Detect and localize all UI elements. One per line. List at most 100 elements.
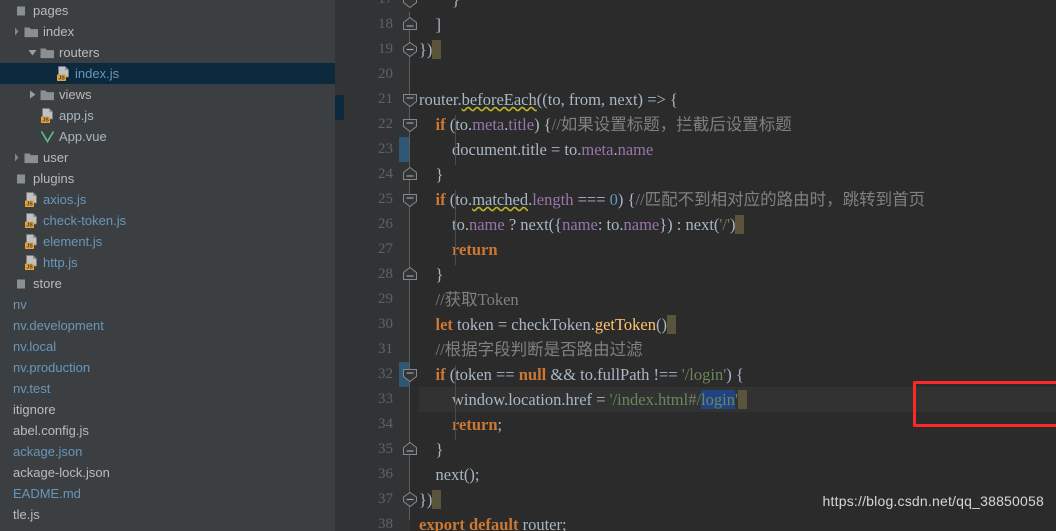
tree-item-label: plugins bbox=[33, 171, 75, 186]
tree-item-label: nv.local bbox=[13, 339, 57, 354]
code-line-24[interactable]: } bbox=[419, 162, 444, 187]
fold-toggle-icon[interactable] bbox=[401, 12, 419, 37]
js-file-icon: JS bbox=[23, 231, 40, 252]
tree-item-user[interactable]: user bbox=[0, 147, 335, 168]
indent-guide bbox=[455, 365, 456, 440]
tree-item-label: index bbox=[43, 24, 75, 39]
line-number: 32 bbox=[378, 366, 393, 382]
fold-toggle-icon[interactable] bbox=[401, 487, 419, 512]
tree-arrow-spacer bbox=[26, 105, 39, 126]
tree-item-app-js[interactable]: JS app.js bbox=[0, 105, 335, 126]
fold-toggle-icon[interactable] bbox=[401, 362, 419, 387]
code-line-33[interactable]: window.location.href = '/index.html#/log… bbox=[419, 387, 747, 412]
code-line-19[interactable]: }) bbox=[419, 37, 442, 62]
tree-item-http-js[interactable]: JS http.js bbox=[0, 252, 335, 273]
line-number: 26 bbox=[378, 216, 393, 232]
code-line-30[interactable]: let token = checkToken.getToken() bbox=[419, 312, 677, 337]
change-marker-strip bbox=[335, 0, 344, 531]
tree-item-axios-js[interactable]: JS axios.js bbox=[0, 189, 335, 210]
indent-guide bbox=[455, 190, 456, 265]
tree-arrow-spacer bbox=[10, 231, 23, 252]
chevron-right-icon[interactable] bbox=[10, 21, 23, 42]
code-line-21[interactable]: router.beforeEach((to, from, next) => { bbox=[419, 87, 678, 112]
tree-item-label: ackage.json bbox=[13, 444, 83, 459]
code-line-26[interactable]: to.name ? next({name: to.name}) : next('… bbox=[419, 212, 745, 237]
tree-arrow-spacer bbox=[0, 315, 13, 336]
tree-item-plugins[interactable]: plugins bbox=[0, 168, 335, 189]
tree-item-nv-production[interactable]: nv.production bbox=[0, 357, 335, 378]
tree-arrow-spacer bbox=[0, 357, 13, 378]
tree-item-tle-js[interactable]: tle.js bbox=[0, 504, 335, 525]
tree-item-ackage-json[interactable]: ackage.json bbox=[0, 441, 335, 462]
tree-arrow-spacer bbox=[10, 189, 23, 210]
line-number: 31 bbox=[378, 341, 393, 357]
line-number: 20 bbox=[378, 66, 393, 82]
code-line-38[interactable]: export default router; bbox=[419, 512, 567, 531]
fold-toggle-icon[interactable] bbox=[401, 437, 419, 462]
code-line-32[interactable]: if (token == null && to.fullPath !== '/l… bbox=[419, 362, 744, 387]
code-line-36[interactable]: next(); bbox=[419, 462, 480, 487]
tree-item-label: index.js bbox=[75, 66, 120, 81]
tree-item-label: abel.config.js bbox=[13, 423, 89, 438]
tree-item-element-js[interactable]: JS element.js bbox=[0, 231, 335, 252]
tree-item-label: nv.production bbox=[13, 360, 91, 375]
code-line-29[interactable]: //获取Token bbox=[419, 287, 519, 312]
tree-item-eadme-md[interactable]: EADME.md bbox=[0, 483, 335, 504]
code-line-25[interactable]: if (to.matched.length === 0) {//匹配不到相对应的… bbox=[419, 187, 926, 212]
tree-item-nv-local[interactable]: nv.local bbox=[0, 336, 335, 357]
project-tree-panel[interactable]: pages index routers JS index.js views JS app.js… bbox=[0, 0, 335, 531]
tree-item-label: axios.js bbox=[43, 192, 87, 207]
tree-item-app-vue[interactable]: App.vue bbox=[0, 126, 335, 147]
tree-item-itignore[interactable]: itignore bbox=[0, 399, 335, 420]
fold-toggle-icon[interactable] bbox=[401, 0, 419, 12]
watermark-url: https://blog.csdn.net/qq_38850058 bbox=[822, 493, 1044, 509]
chevron-right-icon[interactable] bbox=[26, 84, 39, 105]
code-line-22[interactable]: if (to.meta.title) {//如果设置标题，拦截后设置标题 bbox=[419, 112, 792, 137]
tree-item-routers[interactable]: routers bbox=[0, 42, 335, 63]
fold-toggle-icon[interactable] bbox=[401, 162, 419, 187]
line-number: 30 bbox=[378, 316, 393, 332]
fold-toggle-icon[interactable] bbox=[401, 37, 419, 62]
tree-arrow-spacer bbox=[0, 273, 13, 294]
tree-item-abel-config-js[interactable]: abel.config.js bbox=[0, 420, 335, 441]
tree-item-label: App.vue bbox=[59, 129, 107, 144]
fold-toggle-icon[interactable] bbox=[401, 187, 419, 212]
chevron-right-icon[interactable] bbox=[10, 147, 23, 168]
fold-toggle-icon[interactable] bbox=[401, 262, 419, 287]
code-line-37[interactable]: }) bbox=[419, 487, 442, 512]
tree-item-nv-development[interactable]: nv.development bbox=[0, 315, 335, 336]
js-file-icon: JS bbox=[55, 63, 72, 84]
code-line-31[interactable]: //根据字段判断是否路由过滤 bbox=[419, 337, 643, 362]
tree-item-check-token-js[interactable]: JS check-token.js bbox=[0, 210, 335, 231]
change-marker bbox=[335, 95, 344, 120]
code-line-17[interactable]: } bbox=[419, 0, 460, 12]
code-line-27[interactable]: return bbox=[419, 237, 498, 262]
code-line-35[interactable]: } bbox=[419, 437, 444, 462]
tree-item-pages[interactable]: pages bbox=[0, 0, 335, 21]
line-number: 36 bbox=[378, 466, 393, 482]
folder-clipped-icon bbox=[13, 273, 30, 294]
tree-arrow-spacer bbox=[0, 441, 13, 462]
tree-item-ackage-lock-json[interactable]: ackage-lock.json bbox=[0, 462, 335, 483]
tree-item-nv-test[interactable]: nv.test bbox=[0, 378, 335, 399]
code-line-34[interactable]: return; bbox=[419, 412, 502, 437]
tree-item-views[interactable]: views bbox=[0, 84, 335, 105]
fold-toggle-icon[interactable] bbox=[401, 112, 419, 137]
svg-text:JS: JS bbox=[26, 264, 33, 270]
fold-toggle-icon[interactable] bbox=[401, 87, 419, 112]
tree-item-label: app.js bbox=[59, 108, 94, 123]
tree-item-index-js[interactable]: JS index.js bbox=[0, 63, 335, 84]
project-tree[interactable]: pages index routers JS index.js views JS app.js… bbox=[0, 0, 335, 525]
tree-item-store[interactable]: store bbox=[0, 273, 335, 294]
tree-item-nv[interactable]: nv bbox=[0, 294, 335, 315]
code-line-18[interactable]: ] bbox=[419, 12, 442, 37]
chevron-down-icon[interactable] bbox=[26, 42, 39, 63]
tree-arrow-spacer bbox=[42, 63, 55, 84]
code-editor[interactable]: 17 18 19 20 21 22 23 24 25 26 27 28 29 30 31 32 33 34 35 36… bbox=[335, 0, 1056, 531]
tree-item-index[interactable]: index bbox=[0, 21, 335, 42]
line-number: 25 bbox=[378, 191, 393, 207]
code-line-28[interactable]: } bbox=[419, 262, 444, 287]
svg-text:JS: JS bbox=[26, 222, 33, 228]
code-content[interactable]: } ]}) router.beforeEach((to, from, next) … bbox=[419, 0, 1056, 531]
line-number: 37 bbox=[378, 491, 393, 507]
